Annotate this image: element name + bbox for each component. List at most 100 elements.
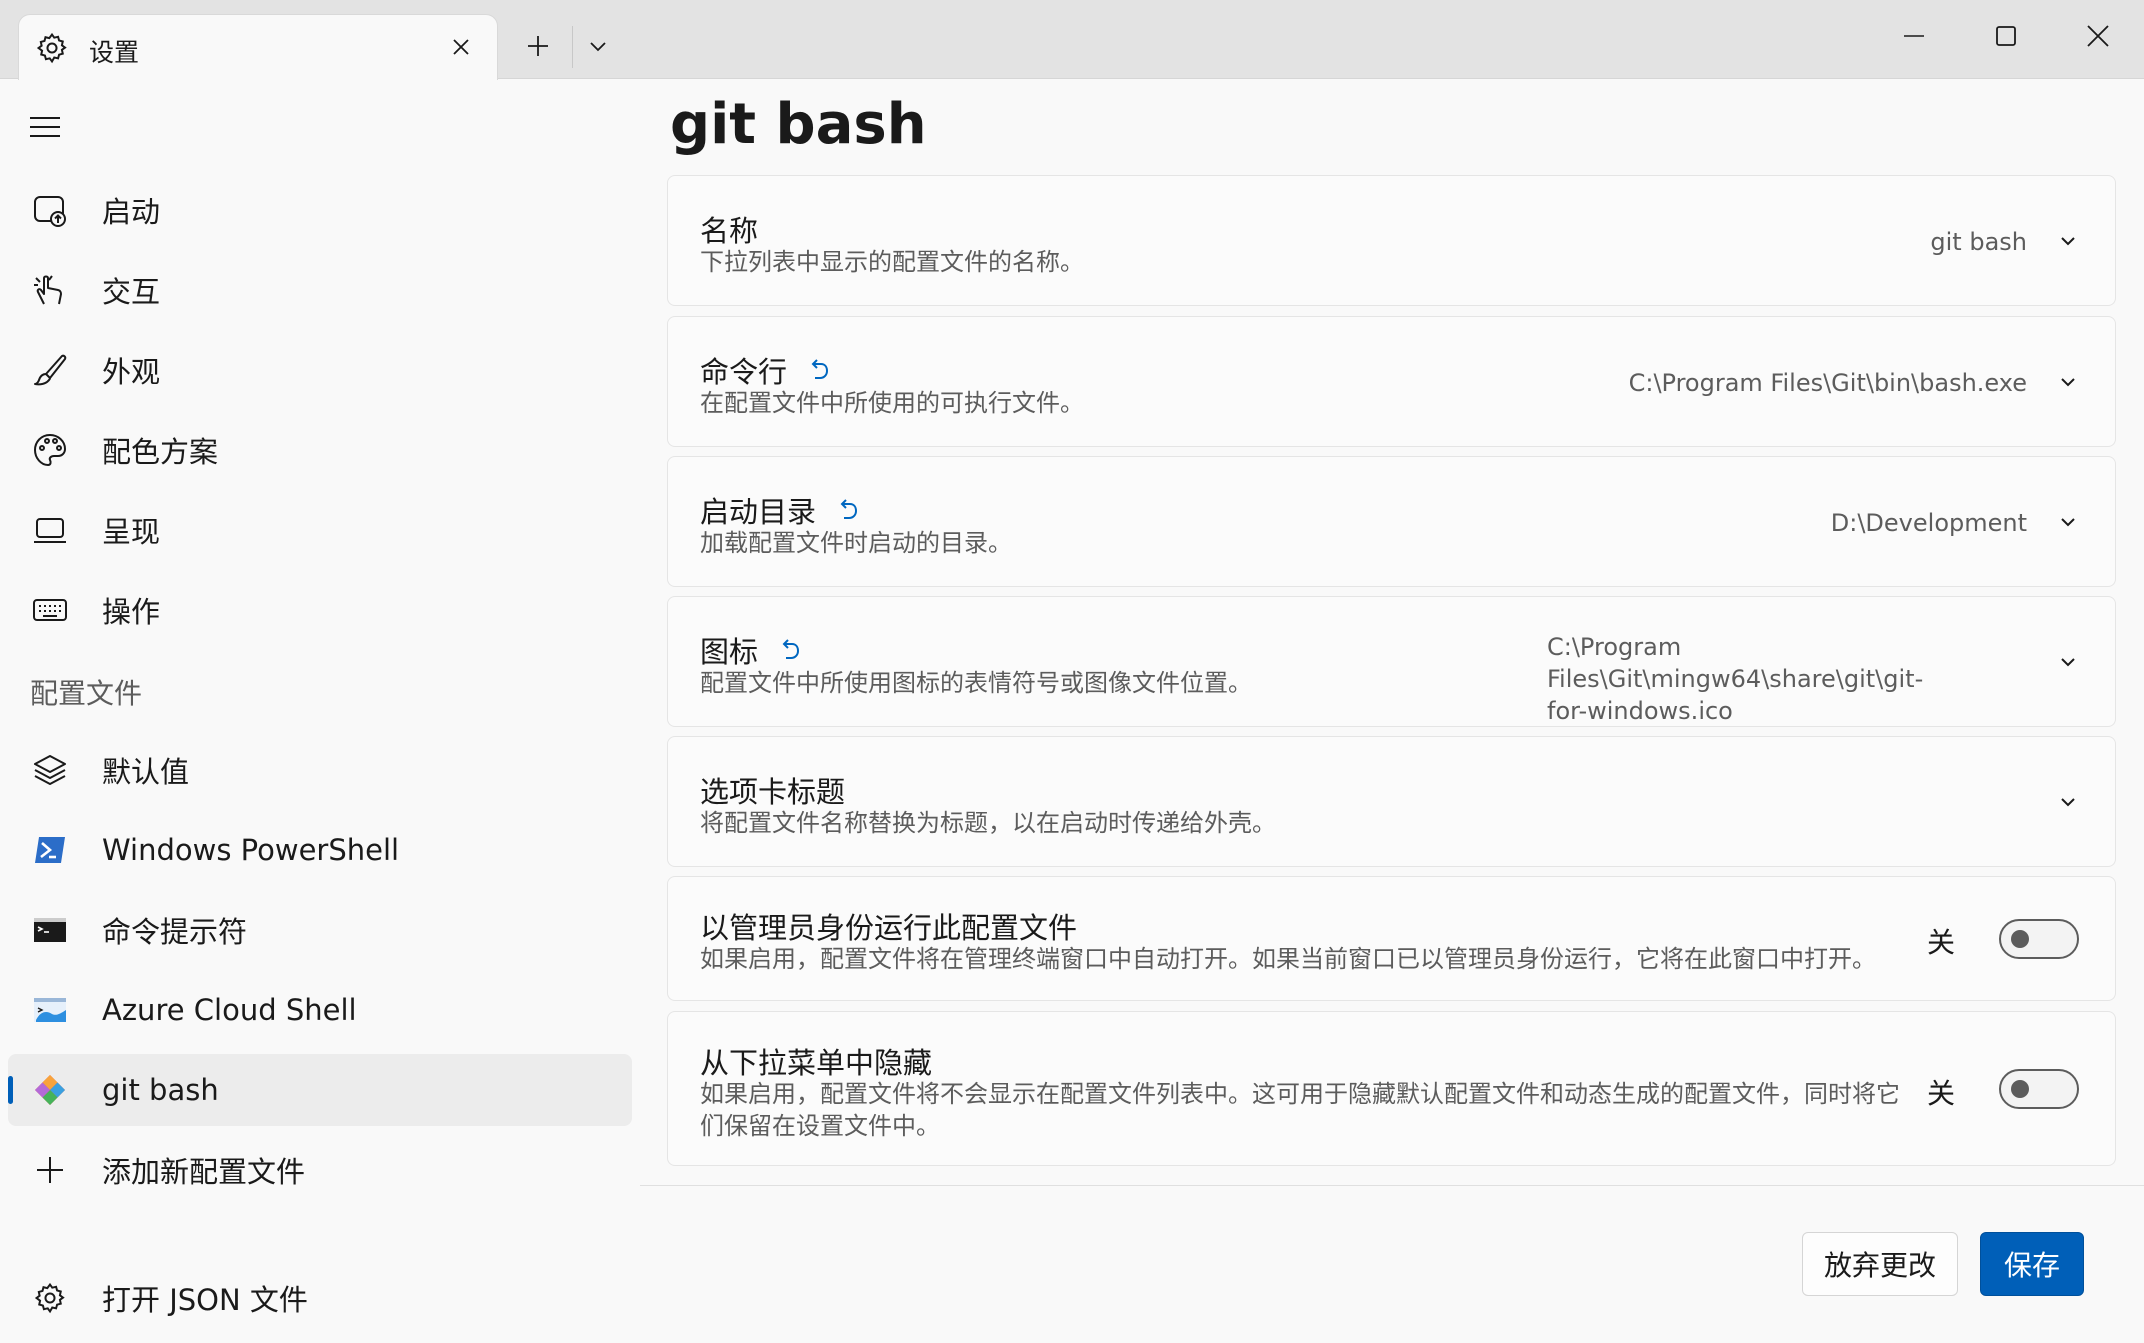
sidebar-item-label: 操作 — [102, 595, 161, 629]
setting-title-text: 从下拉菜单中隐藏 — [700, 1046, 933, 1080]
save-button[interactable]: 保存 — [1980, 1232, 2084, 1296]
cmd-icon — [30, 910, 70, 950]
sidebar-item-azure[interactable]: Azure Cloud Shell — [8, 974, 632, 1046]
setting-value: D:\Development — [1830, 509, 2027, 537]
reset-icon[interactable] — [834, 496, 862, 524]
setting-run-as-admin[interactable]: 以管理员身份运行此配置文件 如果启用，配置文件将在管理终端窗口中自动打开。如果当… — [667, 876, 2116, 1001]
setting-value-line: for-windows.ico — [1547, 697, 1733, 725]
setting-tab-title[interactable]: 选项卡标题 将配置文件名称替换为标题，以在启动时传递给外壳。 — [667, 736, 2116, 867]
menu-icon[interactable] — [28, 112, 68, 152]
footer-divider — [640, 1185, 2144, 1186]
setting-description: 将配置文件名称替换为标题，以在启动时传递给外壳。 — [700, 809, 1276, 837]
sidebar-item-interaction[interactable]: 交互 — [8, 254, 632, 326]
sidebar-item-label: 配色方案 — [102, 435, 219, 469]
sidebar-item-powershell[interactable]: Windows PowerShell — [8, 814, 632, 886]
toggle-state-label: 关 — [1926, 1077, 1955, 1110]
startup-icon — [30, 190, 70, 230]
title-bar: 设置 — [0, 0, 2144, 80]
close-icon[interactable] — [443, 29, 479, 65]
reset-icon[interactable] — [805, 356, 833, 384]
hide-from-dropdown-toggle[interactable] — [1999, 1069, 2079, 1109]
setting-hide-from-dropdown[interactable]: 从下拉菜单中隐藏 如果启用，配置文件将不会显示在配置文件列表中。这可用于隐藏默认… — [667, 1011, 2116, 1166]
sidebar-item-rendering[interactable]: 呈现 — [8, 494, 632, 566]
setting-value: C:\Program Files\Git\mingw64\share\git\g… — [1547, 631, 2027, 727]
setting-title-text: 命令行 — [700, 355, 788, 389]
toggle-knob — [2011, 930, 2029, 948]
sidebar-item-git-bash[interactable]: git bash — [8, 1054, 632, 1126]
sidebar-item-defaults[interactable]: 默认值 — [8, 734, 632, 806]
setting-description: 配置文件中所使用图标的表情符号或图像文件位置。 — [700, 669, 1252, 697]
setting-description-line: 们保留在设置文件中。 — [700, 1112, 940, 1140]
sidebar-item-add-profile[interactable]: 添加新配置文件 — [8, 1134, 632, 1206]
discard-changes-button[interactable]: 放弃更改 — [1802, 1232, 1958, 1296]
tab-title: 设置 — [89, 38, 140, 67]
sidebar-item-label: 命令提示符 — [102, 915, 248, 949]
open-json-label: 打开 JSON 文件 — [102, 1283, 308, 1317]
close-window-button[interactable] — [2072, 12, 2124, 64]
gear-icon — [30, 1278, 70, 1318]
setting-description-line: 如果启用，配置文件将不会显示在配置文件列表中。这可用于隐藏默认配置文件和动态生成… — [700, 1080, 1900, 1108]
chevron-down-icon[interactable] — [2053, 226, 2083, 256]
gear-icon — [35, 31, 69, 65]
sidebar-item-appearance[interactable]: 外观 — [8, 334, 632, 406]
minimize-icon — [1903, 25, 1925, 51]
setting-description: 下拉列表中显示的配置文件的名称。 — [700, 248, 1084, 276]
keyboard-icon — [30, 590, 70, 630]
chevron-down-icon[interactable] — [2053, 647, 2083, 677]
chevron-down-icon[interactable] — [2053, 507, 2083, 537]
setting-value: git bash — [1930, 228, 2027, 256]
powershell-icon — [30, 830, 70, 870]
plus-icon — [526, 34, 550, 62]
sidebar-item-label: Windows PowerShell — [102, 833, 400, 867]
palette-icon — [30, 430, 70, 470]
setting-title: 以管理员身份运行此配置文件 — [700, 905, 1077, 947]
tab-dropdown-button[interactable] — [572, 22, 624, 74]
sidebar-item-label: 添加新配置文件 — [102, 1155, 306, 1189]
setting-title-text: 以管理员身份运行此配置文件 — [700, 911, 1078, 945]
setting-description: 如果启用，配置文件将不会显示在配置文件列表中。这可用于隐藏默认配置文件和动态生成… — [700, 1078, 1900, 1142]
setting-name[interactable]: 名称 下拉列表中显示的配置文件的名称。 git bash — [667, 175, 2116, 306]
setting-value: C:\Program Files\Git\bin\bash.exe — [1628, 369, 2027, 397]
sidebar-item-label: 启动 — [102, 195, 161, 229]
sidebar-item-label: Azure Cloud Shell — [102, 993, 357, 1027]
tab-settings[interactable]: 设置 — [18, 14, 498, 80]
setting-title: 从下拉菜单中隐藏 — [700, 1040, 932, 1082]
monitor-icon — [30, 510, 70, 550]
sidebar-item-label: 外观 — [102, 355, 161, 389]
sidebar-item-label: 呈现 — [102, 515, 161, 549]
setting-title: 图标 — [700, 629, 804, 671]
setting-title: 命令行 — [700, 349, 833, 391]
toggle-knob — [2011, 1080, 2029, 1098]
sidebar-item-label: 交互 — [102, 275, 161, 309]
brush-icon — [30, 350, 70, 390]
profiles-section-header: 配置文件 — [30, 677, 143, 710]
setting-value-line: C:\Program Files\Git\mingw64\share\git\g… — [1547, 633, 1924, 693]
setting-icon[interactable]: 图标 配置文件中所使用图标的表情符号或图像文件位置。 C:\Program Fi… — [667, 596, 2116, 727]
minimize-button[interactable] — [1888, 12, 1940, 64]
setting-title: 名称 — [700, 208, 758, 250]
azure-icon — [30, 990, 70, 1030]
sidebar: 启动 交互 外观 配色方案 呈现 操作 配置文件 默认值 Windows Pow… — [0, 80, 640, 1343]
setting-title-text: 启动目录 — [700, 495, 817, 529]
setting-starting-directory[interactable]: 启动目录 加载配置文件时启动的目录。 D:\Development — [667, 456, 2116, 587]
sidebar-item-cmd[interactable]: 命令提示符 — [8, 894, 632, 966]
sidebar-item-actions[interactable]: 操作 — [8, 574, 632, 646]
plus-icon — [30, 1150, 70, 1190]
run-as-admin-toggle[interactable] — [1999, 919, 2079, 959]
open-json-button[interactable]: 打开 JSON 文件 — [8, 1262, 632, 1334]
chevron-down-icon[interactable] — [2053, 367, 2083, 397]
setting-title-text: 选项卡标题 — [700, 775, 846, 809]
maximize-button[interactable] — [1980, 12, 2032, 64]
setting-description: 如果启用，配置文件将在管理终端窗口中自动打开。如果当前窗口已以管理员身份运行，它… — [700, 945, 1876, 973]
sidebar-item-startup[interactable]: 启动 — [8, 174, 632, 246]
reset-icon[interactable] — [776, 636, 804, 664]
page-title: git bash — [670, 92, 927, 157]
sidebar-item-color-schemes[interactable]: 配色方案 — [8, 414, 632, 486]
new-tab-button[interactable] — [512, 22, 564, 74]
close-window-icon — [2087, 25, 2109, 51]
setting-command-line[interactable]: 命令行 在配置文件中所使用的可执行文件。 C:\Program Files\Gi… — [667, 316, 2116, 447]
toggle-state-label: 关 — [1926, 926, 1955, 959]
setting-title-text: 图标 — [700, 635, 759, 669]
chevron-down-icon[interactable] — [2053, 787, 2083, 817]
maximize-icon — [1995, 25, 2017, 51]
